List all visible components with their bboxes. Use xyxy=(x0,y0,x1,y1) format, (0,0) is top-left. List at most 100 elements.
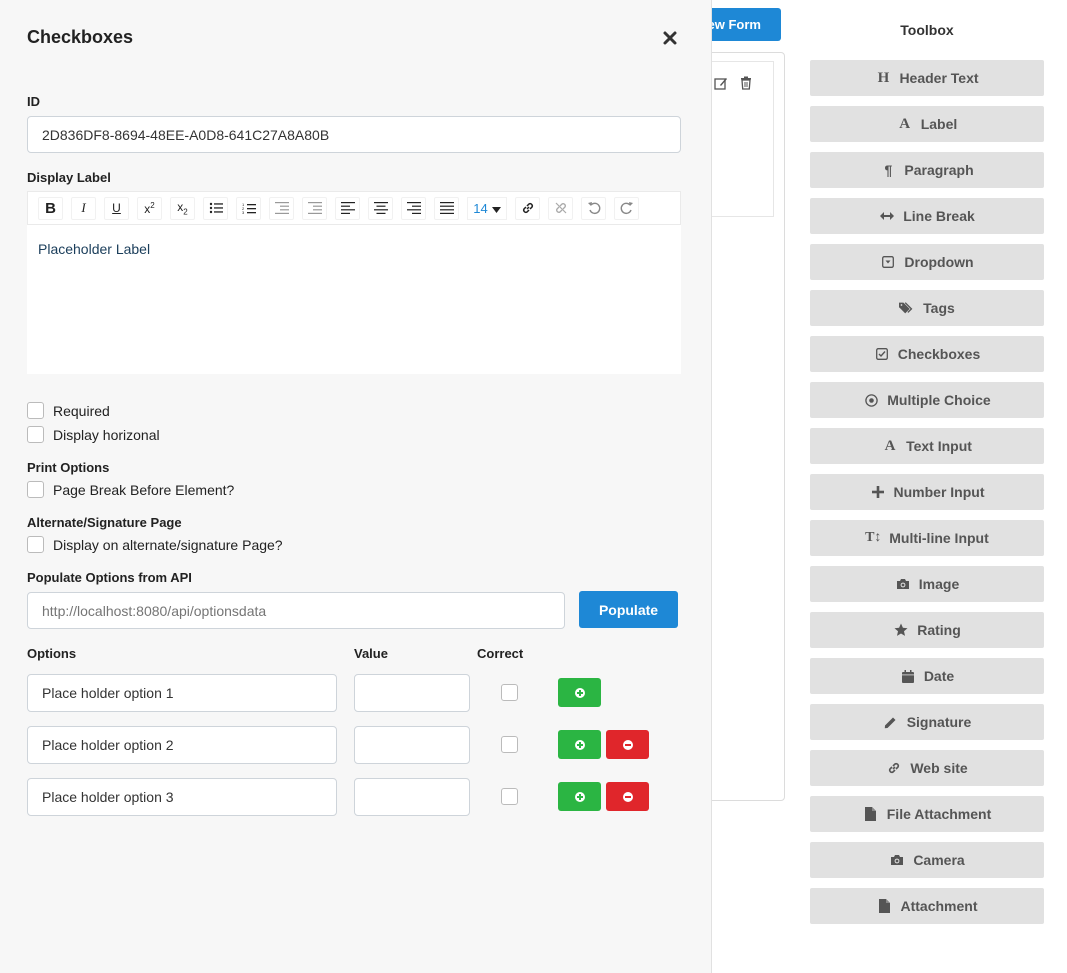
toolbox-item-label: File Attachment xyxy=(886,806,992,822)
display-horizontal-label: Display horizonal xyxy=(53,427,160,443)
display-label-label: Display Label xyxy=(27,170,111,185)
toolbox-item-label: Web site xyxy=(910,760,968,776)
toolbox-item-label: Text Input xyxy=(906,438,972,454)
value-header: Value xyxy=(354,646,388,661)
underline-button[interactable]: U xyxy=(104,196,129,220)
edit-element-modal: Checkboxes ID 2D836DF8-8694-48EE-A0D8-64… xyxy=(0,0,712,973)
trash-icon[interactable] xyxy=(740,76,752,95)
toolbox-item-line-break[interactable]: Line Break xyxy=(810,198,1044,234)
toolbox: H Header Text A Label ¶ Paragraph Line Break Dr… xyxy=(810,60,1044,934)
option-value-input[interactable] xyxy=(354,778,470,816)
arrows-h-icon xyxy=(879,208,895,224)
alternate-page-checkbox[interactable] xyxy=(27,536,44,553)
toolbox-item-camera[interactable]: Camera xyxy=(810,842,1044,878)
toolbox-item-tags[interactable]: Tags xyxy=(810,290,1044,326)
toolbox-item-dropdown[interactable]: Dropdown xyxy=(810,244,1044,280)
toolbox-item-label: Dropdown xyxy=(904,254,974,270)
toolbox-item-checkboxes[interactable]: Checkboxes xyxy=(810,336,1044,372)
option-text-input[interactable]: Place holder option 3 xyxy=(27,778,337,816)
subscript-button[interactable]: x2 xyxy=(170,196,195,220)
align-justify-button[interactable] xyxy=(434,196,459,220)
required-label: Required xyxy=(53,403,110,419)
unlink-button[interactable] xyxy=(548,196,573,220)
toolbox-item-file-attachment[interactable]: File Attachment xyxy=(810,796,1044,832)
header-icon: H xyxy=(877,69,890,86)
toolbox-item-text-input[interactable]: A Text Input xyxy=(810,428,1044,464)
editor-content: Placeholder Label xyxy=(38,241,151,257)
toolbox-item-date[interactable]: Date xyxy=(810,658,1044,694)
toolbox-item-label: Multi-line Input xyxy=(889,530,989,546)
toolbox-item-multi-line-input[interactable]: T↕ Multi-line Input xyxy=(810,520,1044,556)
close-icon[interactable] xyxy=(662,30,680,48)
undo-button[interactable] xyxy=(581,196,606,220)
align-center-button[interactable] xyxy=(368,196,393,220)
toolbox-item-paragraph[interactable]: ¶ Paragraph xyxy=(810,152,1044,188)
option-value-input[interactable] xyxy=(354,674,470,712)
file-icon xyxy=(876,898,892,914)
plus-circle-icon xyxy=(574,791,585,802)
option-correct-checkbox[interactable] xyxy=(501,788,518,805)
align-left-button[interactable] xyxy=(335,196,360,220)
toolbox-item-header-text[interactable]: H Header Text xyxy=(810,60,1044,96)
correct-header: Correct xyxy=(477,646,524,661)
add-option-button[interactable] xyxy=(558,730,601,759)
toolbox-item-label: Tags xyxy=(923,300,955,316)
toolbox-item-label: Paragraph xyxy=(904,162,974,178)
toolbox-item-web-site[interactable]: Web site xyxy=(810,750,1044,786)
option-correct-checkbox[interactable] xyxy=(501,736,518,753)
page-break-checkbox[interactable] xyxy=(27,481,44,498)
font-size-dropdown[interactable]: 14 xyxy=(467,196,507,220)
caret-square-down-icon xyxy=(880,254,896,270)
toolbox-item-label: Checkboxes xyxy=(897,346,981,362)
options-header: Options xyxy=(27,646,77,661)
remove-option-button[interactable] xyxy=(606,730,649,759)
toolbox-item-rating[interactable]: Rating xyxy=(810,612,1044,648)
toolbox-item-number-input[interactable]: Number Input xyxy=(810,474,1044,510)
file-icon xyxy=(863,806,879,822)
align-right-button[interactable] xyxy=(401,196,426,220)
toolbox-item-label: Image xyxy=(918,576,960,592)
option-value-input[interactable] xyxy=(354,726,470,764)
toolbox-item-label: Number Input xyxy=(893,484,985,500)
remove-option-button[interactable] xyxy=(606,782,649,811)
id-field[interactable]: 2D836DF8-8694-48EE-A0D8-641C27A8A80B xyxy=(27,116,681,153)
display-horizontal-checkbox[interactable] xyxy=(27,426,44,443)
option-correct-checkbox[interactable] xyxy=(501,684,518,701)
check-square-icon xyxy=(874,346,890,362)
outdent-button[interactable] xyxy=(302,196,327,220)
populate-button[interactable]: Populate xyxy=(579,591,678,628)
plus-icon xyxy=(870,484,886,500)
toolbox-item-label[interactable]: A Label xyxy=(810,106,1044,142)
toolbox-item-image[interactable]: Image xyxy=(810,566,1044,602)
print-options-label: Print Options xyxy=(27,460,110,475)
edit-icon[interactable] xyxy=(714,76,728,95)
paragraph-icon: ¶ xyxy=(884,162,893,178)
link-icon xyxy=(886,760,902,776)
toolbox-item-multiple-choice[interactable]: Multiple Choice xyxy=(810,382,1044,418)
superscript-button[interactable]: x2 xyxy=(137,196,162,220)
populate-api-input[interactable] xyxy=(27,592,565,629)
add-option-button[interactable] xyxy=(558,678,601,707)
rich-text-toolbar: B I U x2 x2 123 14 xyxy=(27,191,681,225)
add-option-button[interactable] xyxy=(558,782,601,811)
minus-circle-icon xyxy=(622,739,633,750)
italic-button[interactable]: I xyxy=(71,196,96,220)
font-icon: A xyxy=(884,437,896,454)
toolbox-item-attachment[interactable]: Attachment xyxy=(810,888,1044,924)
required-checkbox[interactable] xyxy=(27,402,44,419)
plus-circle-icon xyxy=(574,739,585,750)
modal-title: Checkboxes xyxy=(27,27,134,47)
caret-down-icon xyxy=(491,201,501,216)
toolbox-item-signature[interactable]: Signature xyxy=(810,704,1044,740)
indent-button[interactable] xyxy=(269,196,294,220)
option-text-input[interactable]: Place holder option 2 xyxy=(27,726,337,764)
ordered-list-button[interactable]: 123 xyxy=(236,196,261,220)
link-button[interactable] xyxy=(515,196,540,220)
populate-api-label: Populate Options from API xyxy=(27,570,192,585)
unordered-list-button[interactable] xyxy=(203,196,228,220)
redo-button[interactable] xyxy=(614,196,639,220)
rich-text-editor[interactable]: Placeholder Label xyxy=(27,225,681,374)
bold-button[interactable]: B xyxy=(38,196,63,220)
alternate-page-label: Alternate/Signature Page xyxy=(27,515,182,530)
option-text-input[interactable]: Place holder option 1 xyxy=(27,674,337,712)
